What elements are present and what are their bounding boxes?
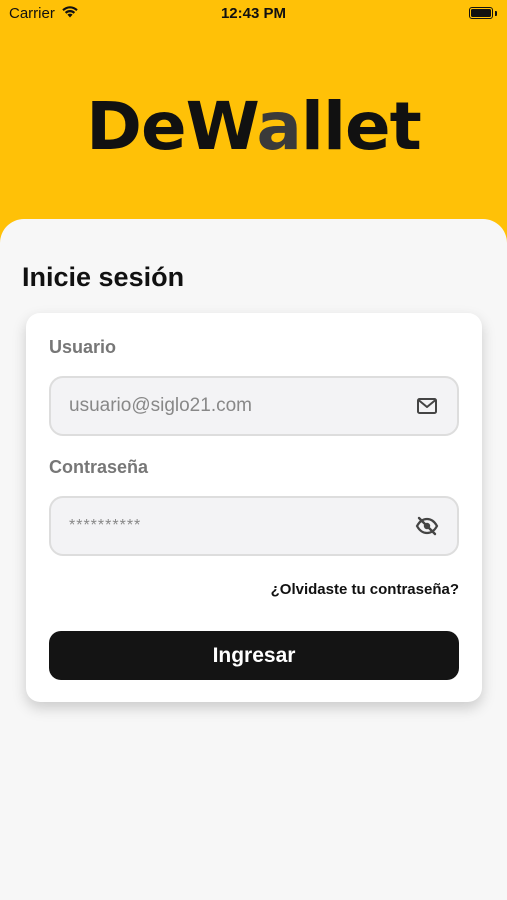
battery-icon	[469, 7, 493, 19]
logo-part1: DeW	[86, 88, 257, 165]
app-logo: DeWallet	[0, 88, 507, 165]
username-label: Usuario	[49, 337, 117, 357]
battery-tip	[495, 11, 497, 16]
status-bar: Carrier 12:43 PM	[0, 0, 507, 30]
username-input[interactable]	[69, 395, 415, 417]
forgot-password-link[interactable]: ¿Olvidaste tu contraseña?	[271, 581, 459, 598]
mail-icon[interactable]	[415, 394, 439, 418]
logo-accent: a	[256, 88, 301, 165]
password-label: Contraseña	[49, 457, 149, 477]
username-field-container	[49, 376, 459, 436]
login-button[interactable]: Ingresar	[49, 631, 459, 680]
login-card: Usuario Contraseña ¿Olvidaste tu contras…	[26, 313, 482, 702]
logo-part2: llet	[300, 88, 422, 165]
password-field-container	[49, 496, 459, 556]
password-input[interactable]	[69, 517, 415, 535]
page-title: Inicie sesión	[22, 262, 185, 292]
eye-off-icon[interactable]	[415, 514, 439, 538]
status-time: 12:43 PM	[220, 5, 287, 22]
